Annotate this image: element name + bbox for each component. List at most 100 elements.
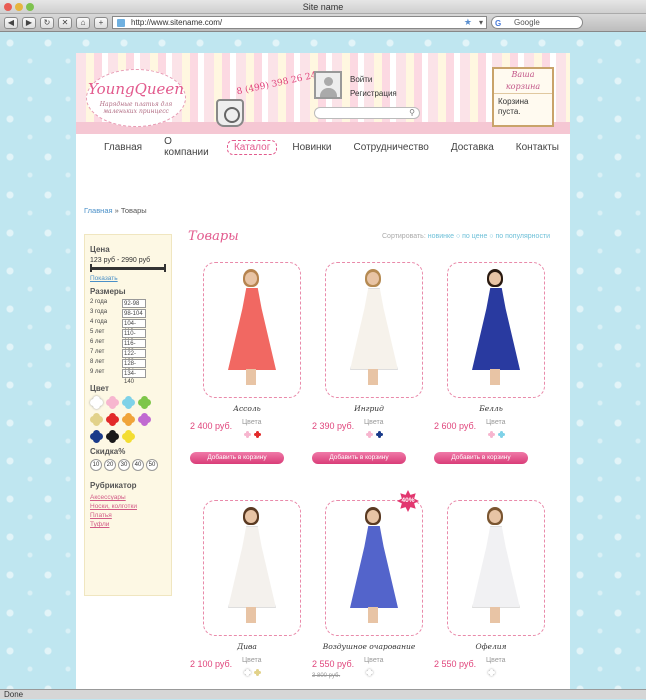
product-name[interactable]: Белль: [434, 404, 548, 413]
color-swatch-flower-icon[interactable]: [138, 396, 151, 409]
discount-option[interactable]: 30: [118, 459, 130, 471]
color-swatch-flower-icon[interactable]: [138, 413, 151, 426]
product-photo[interactable]: [214, 506, 290, 626]
minimize-window-icon[interactable]: [15, 3, 23, 11]
size-option-checkbox[interactable]: 122-128: [122, 349, 146, 358]
site-logo[interactable]: YoungQueen Нарядные платья для маленьких…: [86, 69, 186, 127]
nav-item-catalog[interactable]: Каталог: [227, 140, 277, 155]
product-photo[interactable]: [458, 506, 534, 626]
color-swatch-flower-icon[interactable]: [90, 413, 103, 426]
product-color-flower-icon[interactable]: [244, 669, 251, 676]
breadcrumb-separator: »: [113, 206, 121, 215]
color-swatch-flower-icon[interactable]: [90, 430, 103, 443]
filter-sidebar: Цена 123 руб - 2990 руб Показать Размеры…: [84, 234, 172, 596]
product-color-flower-icon[interactable]: [366, 431, 373, 438]
slider-handle-min[interactable]: [90, 264, 92, 272]
nav-item-about[interactable]: О компании: [153, 136, 223, 158]
add-to-cart-button[interactable]: Добавить в корзину: [190, 452, 284, 464]
product-name[interactable]: Ингрид: [312, 404, 426, 413]
product-name[interactable]: Воздушное очарование: [312, 642, 426, 651]
sizes-filter-title: Размеры: [90, 287, 166, 296]
color-swatch-flower-icon[interactable]: [106, 430, 119, 443]
color-swatch-flower-icon[interactable]: [106, 413, 119, 426]
size-option-checkbox[interactable]: 98-104: [122, 309, 146, 318]
close-window-icon[interactable]: [4, 3, 12, 11]
nav-item-contacts[interactable]: Контакты: [505, 142, 570, 153]
breadcrumb-home-link[interactable]: Главная: [84, 206, 113, 215]
stop-icon[interactable]: ✕: [58, 17, 72, 29]
product-name[interactable]: Ассоль: [190, 404, 304, 413]
rubric-link[interactable]: Платья: [90, 511, 166, 520]
slider-handle-max[interactable]: [164, 264, 166, 272]
telephone-icon: [216, 99, 244, 127]
product-color-flower-icon[interactable]: [488, 431, 495, 438]
url-text: http://www.sitename.com/: [131, 18, 222, 27]
product-photo[interactable]: [336, 506, 412, 626]
discount-filter-title: Скидка%: [90, 447, 166, 456]
product-photo[interactable]: [336, 268, 412, 388]
discount-option[interactable]: 50: [146, 459, 158, 471]
color-swatch-flower-icon[interactable]: [122, 430, 135, 443]
size-option-checkbox[interactable]: 92-98: [122, 299, 146, 308]
forward-button[interactable]: ▶: [22, 17, 36, 29]
discount-option[interactable]: 10: [90, 459, 102, 471]
nav-item-delivery[interactable]: Доставка: [440, 142, 505, 153]
add-to-cart-button[interactable]: Добавить в корзину: [312, 452, 406, 464]
show-filter-link[interactable]: Показать: [90, 275, 166, 282]
register-link[interactable]: Регистрация: [350, 89, 397, 98]
browser-search-input[interactable]: G Google: [491, 16, 583, 29]
logo-tagline: Нарядные платья для маленьких принцесс: [87, 101, 185, 115]
sort-options[interactable]: новинке ○ по цене ○ по популярности: [428, 233, 550, 240]
color-swatch-flower-icon[interactable]: [90, 396, 103, 409]
back-button[interactable]: ◀: [4, 17, 18, 29]
discount-option[interactable]: 40: [132, 459, 144, 471]
nav-item-new[interactable]: Новинки: [281, 142, 342, 153]
product-colors-label: Цвета: [486, 657, 506, 664]
search-icon[interactable]: ⚲: [409, 108, 415, 117]
product-color-flower-icon[interactable]: [254, 431, 261, 438]
zoom-window-icon[interactable]: [26, 3, 34, 11]
color-swatch-flower-icon[interactable]: [122, 413, 135, 426]
cart-widget[interactable]: Ваша корзина Корзина пуста.: [492, 67, 554, 127]
product-price: 2 100 руб.: [190, 659, 232, 669]
size-option-checkbox[interactable]: 104-110: [122, 319, 146, 328]
bookmark-add-icon[interactable]: +: [94, 17, 108, 29]
site-search-input[interactable]: ⚲: [314, 107, 420, 119]
color-swatch-flower-icon[interactable]: [106, 396, 119, 409]
product-name[interactable]: Офелия: [434, 642, 548, 651]
home-icon[interactable]: ⌂: [76, 17, 90, 29]
rubric-link[interactable]: Туфли: [90, 520, 166, 529]
product-photo[interactable]: [458, 268, 534, 388]
rubric-link[interactable]: Носки, колготки: [90, 502, 166, 511]
add-to-cart-button[interactable]: Добавить в корзину: [434, 452, 528, 464]
product-price: 2 390 руб.: [312, 421, 354, 431]
price-range-slider[interactable]: [90, 267, 166, 270]
size-option-checkbox[interactable]: 116-122: [122, 339, 146, 348]
product-grid: Ассоль 2 400 руб. Цвета Добавить в корзину И…: [190, 258, 562, 689]
product-color-flower-icon[interactable]: [244, 431, 251, 438]
nav-item-cooperation[interactable]: Сотрудничество: [343, 142, 440, 153]
product-photo[interactable]: [214, 268, 290, 388]
address-bar[interactable]: http://www.sitename.com/ ★ ▾: [112, 16, 487, 29]
product-color-flower-icon[interactable]: [254, 669, 261, 676]
product-color-flower-icon[interactable]: [498, 431, 505, 438]
size-option-checkbox[interactable]: 110-116: [122, 329, 146, 338]
product-card: Белль2 600 руб.ЦветаДобавить в корзину: [434, 258, 548, 470]
dropdown-icon[interactable]: ▾: [479, 17, 483, 28]
star-icon[interactable]: ★: [464, 17, 472, 28]
product-color-flower-icon[interactable]: [366, 669, 373, 676]
product-color-flower-icon[interactable]: [488, 669, 495, 676]
size-option-checkbox[interactable]: 128-134: [122, 359, 146, 368]
size-age-label: 8 лет: [90, 359, 122, 368]
main-nav: Главная О компании Каталог Новинки Сотру…: [76, 134, 570, 160]
size-option-checkbox[interactable]: 134-140: [122, 369, 146, 378]
nav-item-home[interactable]: Главная: [76, 142, 153, 153]
product-name[interactable]: Дива: [190, 642, 304, 651]
rubric-link[interactable]: Аксессуары: [90, 493, 166, 502]
color-swatch-flower-icon[interactable]: [122, 396, 135, 409]
product-price: 2 400 руб.: [190, 421, 232, 431]
login-link[interactable]: Войти: [350, 75, 372, 84]
reload-icon[interactable]: ↻: [40, 17, 54, 29]
product-color-flower-icon[interactable]: [376, 431, 383, 438]
discount-option[interactable]: 20: [104, 459, 116, 471]
